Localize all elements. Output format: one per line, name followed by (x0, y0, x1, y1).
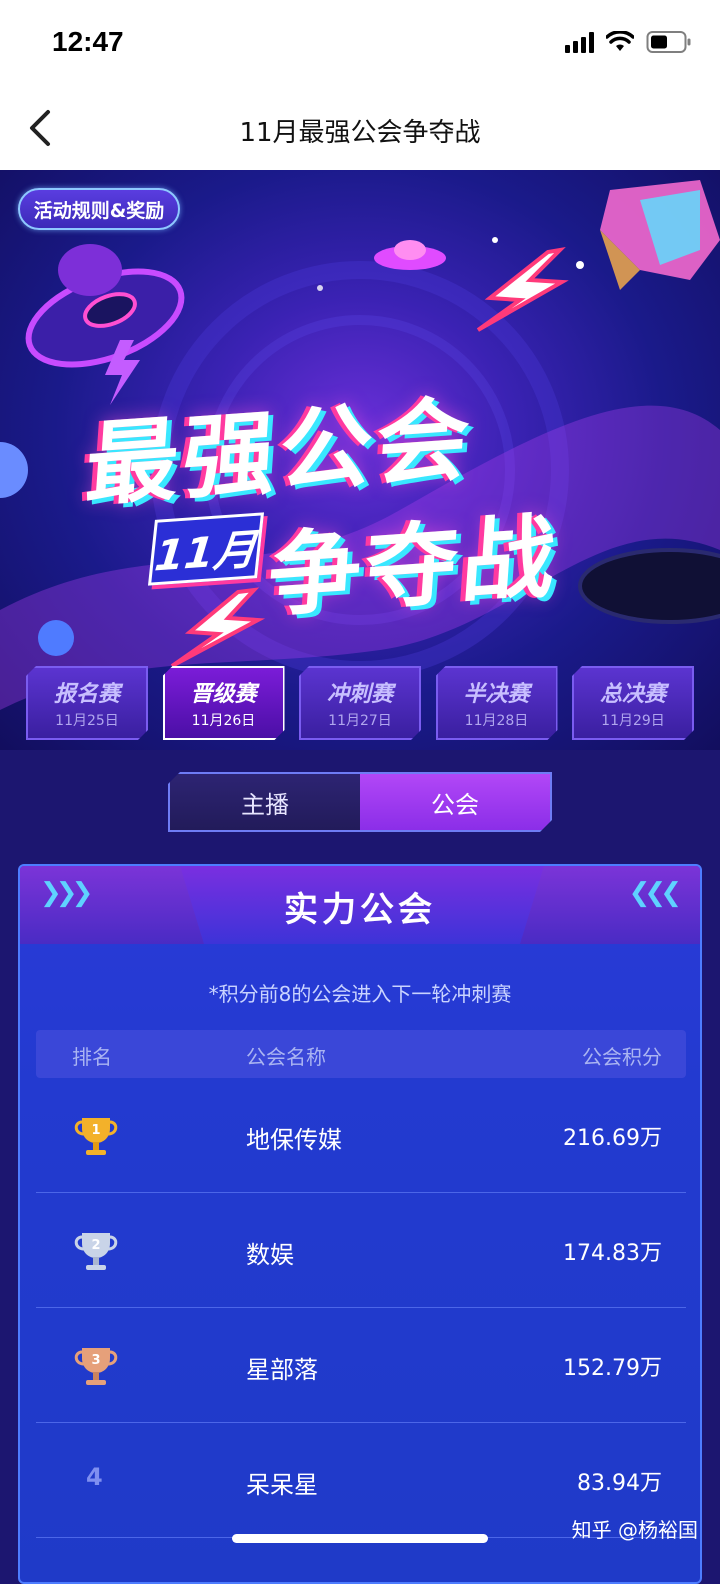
event-banner: 活动规则&奖励 最强公会 11月 争夺战 报名赛 11月25日 晋级赛 11月2… (0, 170, 720, 750)
guild-name: 地保传媒 (246, 1126, 342, 1154)
guild-score: 152.79万 (563, 1356, 662, 1381)
home-indicator[interactable] (232, 1534, 488, 1543)
column-name: 公会名称 (246, 1045, 326, 1069)
stage-name: 晋级赛 (190, 682, 257, 707)
rank-number: 4 (86, 1463, 103, 1491)
stage-date: 11月25日 (55, 713, 119, 729)
cellular-signal-icon (565, 31, 594, 53)
table-header: 排名 公会名称 公会积分 (36, 1030, 686, 1078)
stage-name: 总决赛 (599, 682, 666, 707)
column-rank: 排名 (72, 1045, 112, 1069)
status-time: 12:47 (52, 26, 124, 57)
guild-name: 呆呆星 (246, 1471, 318, 1499)
wifi-icon (606, 31, 634, 51)
stage-date: 11月26日 (191, 713, 256, 729)
stage-tab-promotion[interactable]: 晋级赛 11月26日 (163, 666, 285, 740)
table-row[interactable]: 1 地保传媒 216.69万 (36, 1078, 686, 1193)
status-bar: 12:47 (0, 0, 720, 88)
rules-and-rewards-button[interactable]: 活动规则&奖励 (18, 188, 180, 230)
table-row[interactable]: 2 数娱 174.83万 (36, 1193, 686, 1308)
panel-header: ❯❯❯ ❮❮❮ 实力公会 (20, 866, 700, 944)
table-row[interactable]: 3 星部落 152.79万 (36, 1308, 686, 1423)
battery-icon (646, 31, 691, 53)
svg-text:1: 1 (91, 1123, 100, 1138)
page-title: 11月最强公会争夺战 (239, 118, 481, 148)
guild-name: 数娱 (246, 1241, 294, 1269)
stage-tabs: 报名赛 11月25日 晋级赛 11月26日 冲刺赛 11月27日 半决赛 11月… (26, 666, 694, 742)
stage-name: 冲刺赛 (326, 682, 393, 707)
gold-trophy-icon: 1 (74, 1118, 118, 1155)
nav-bar: 11月最强公会争夺战 (0, 88, 720, 170)
toggle-anchor[interactable]: 主播 (170, 774, 360, 830)
stage-date: 11月29日 (601, 713, 665, 729)
guild-score: 83.94万 (577, 1471, 662, 1496)
event-title-line2: 争夺战 (264, 503, 563, 630)
stage-tab-final[interactable]: 总决赛 11月29日 (572, 666, 694, 740)
watermark: 知乎 @杨裕国 (571, 1518, 698, 1542)
stage-tab-signup[interactable]: 报名赛 11月25日 (26, 666, 148, 740)
guild-score: 174.83万 (563, 1241, 662, 1266)
status-icons (565, 30, 692, 54)
svg-text:2: 2 (91, 1238, 100, 1253)
stage-tab-sprint[interactable]: 冲刺赛 11月27日 (299, 666, 421, 740)
panel-title: 实力公会 (284, 890, 436, 930)
guild-score: 216.69万 (563, 1126, 662, 1151)
svg-text:3: 3 (91, 1353, 100, 1368)
toggle-guild[interactable]: 公会 (360, 774, 550, 830)
stage-date: 11月28日 (464, 713, 529, 729)
stage-name: 报名赛 (53, 682, 120, 707)
ranking-panel: ❯❯❯ ❮❮❮ 实力公会 *积分前8的公会进入下一轮冲刺赛 排名 公会名称 公会… (18, 864, 702, 1584)
column-score: 公会积分 (582, 1045, 662, 1069)
stage-date: 11月27日 (328, 713, 392, 729)
qualification-note: *积分前8的公会进入下一轮冲刺赛 (208, 982, 512, 1006)
stage-name: 半决赛 (463, 682, 530, 707)
bronze-trophy-icon: 3 (74, 1348, 118, 1385)
month-tag: 11月 (147, 512, 265, 586)
guild-name: 星部落 (246, 1356, 318, 1384)
silver-trophy-icon: 2 (74, 1233, 118, 1270)
anchor-guild-toggle: 主播 公会 (168, 772, 552, 832)
stage-tab-semifinal[interactable]: 半决赛 11月28日 (436, 666, 558, 740)
